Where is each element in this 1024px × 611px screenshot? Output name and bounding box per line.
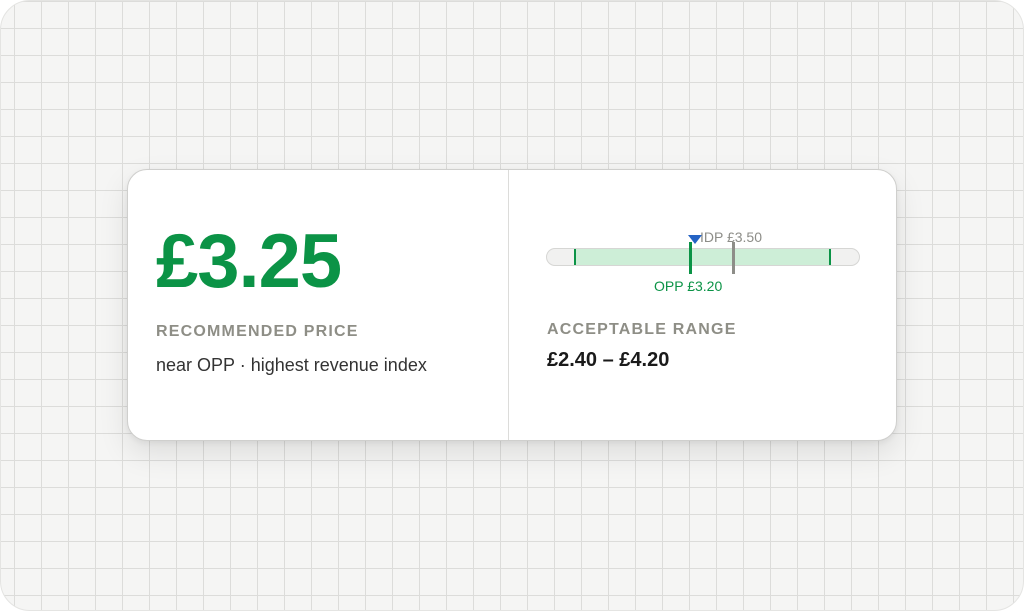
card-divider [508,170,509,440]
acceptable-range-band [574,249,831,265]
idp-tick [732,242,735,274]
recommended-price-label: RECOMMENDED PRICE [156,323,359,340]
idp-label: IDP £3.50 [700,229,763,245]
acceptable-range-bar: IDP £3.50 OPP £3.20 [546,230,862,300]
acceptable-range-value: £2.40 – £4.20 [547,349,670,371]
opp-tick [689,242,692,274]
range-min-tick [574,249,576,265]
recommended-price-note: near OPP · highest revenue index [156,355,427,375]
price-summary-card: £3.25 RECOMMENDED PRICE near OPP · highe… [127,169,897,441]
opp-label: OPP £3.20 [654,278,723,294]
acceptable-range-label: ACCEPTABLE RANGE [547,321,737,338]
recommended-price-marker-icon [688,235,702,244]
recommended-price-value: £3.25 [156,219,342,304]
range-max-tick [829,249,831,265]
